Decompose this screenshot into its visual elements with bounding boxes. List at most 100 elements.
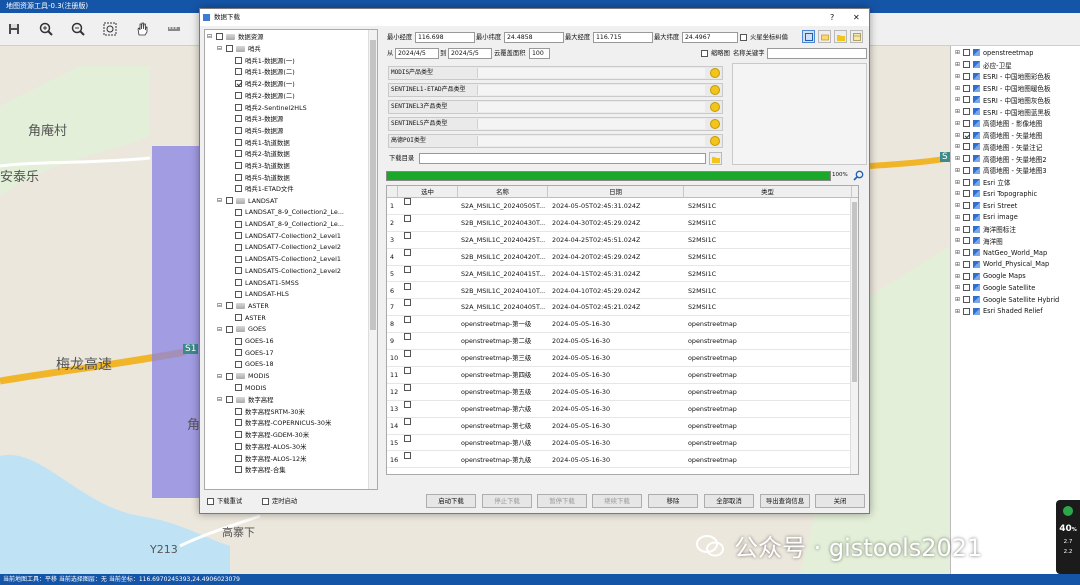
tree-checkbox[interactable] <box>226 325 233 333</box>
tree-node[interactable]: LANDSAT7-Collection2_Level1 <box>235 230 341 242</box>
tree-checkbox[interactable] <box>235 68 242 76</box>
layer-item[interactable]: ⊞ Esri Shaded Relief <box>955 306 1043 318</box>
expand-icon[interactable]: ⊞ <box>955 237 963 244</box>
tree-checkbox[interactable] <box>235 442 242 450</box>
layer-checkbox[interactable] <box>963 284 970 292</box>
layer-item[interactable]: ⊞ Esri 立体 <box>955 176 1010 188</box>
column-header[interactable]: 日期 <box>548 186 684 198</box>
product-type-select[interactable] <box>477 85 705 95</box>
cloud-cover-stepper[interactable]: 100 <box>529 48 550 59</box>
layer-checkbox[interactable] <box>963 237 970 245</box>
retry-checkbox[interactable] <box>207 498 214 505</box>
layer-extent-icon[interactable] <box>818 30 831 43</box>
collapse-icon[interactable]: ⊟ <box>217 326 226 333</box>
tree-checkbox[interactable] <box>235 56 242 64</box>
layer-checkbox[interactable] <box>963 272 970 280</box>
layer-item[interactable]: ⊞ NatGeo_World_Map <box>955 247 1047 259</box>
row-checkbox[interactable] <box>404 383 411 391</box>
expand-icon[interactable]: ⊞ <box>955 96 963 103</box>
tree-checkbox[interactable] <box>235 454 242 462</box>
table-row[interactable]: 7 S2A_MSIL1C_20240405T... 2024-04-05T02:45… <box>387 299 858 317</box>
row-checkbox[interactable] <box>404 265 411 273</box>
row-checkbox[interactable] <box>404 231 411 239</box>
layer-checkbox[interactable] <box>963 108 970 116</box>
tree-checkbox[interactable] <box>235 255 242 263</box>
date-from-picker[interactable]: 2024/4/5 <box>395 48 439 59</box>
tree-checkbox[interactable] <box>235 103 242 111</box>
expand-icon[interactable]: ⊞ <box>955 108 963 115</box>
expand-icon[interactable]: ⊞ <box>955 73 963 80</box>
tree-checkbox[interactable] <box>235 150 242 158</box>
row-checkbox[interactable] <box>404 316 411 324</box>
layer-item[interactable]: ⊞ openstreetmap <box>955 47 1033 59</box>
layer-item[interactable]: ⊞ ESRI - 中国地图彩色板 <box>955 71 1051 83</box>
expand-icon[interactable]: ⊞ <box>955 190 963 197</box>
layer-item[interactable]: ⊞ Esri Street <box>955 200 1017 212</box>
table-row[interactable]: 15 openstreetmap-第八级 2024-05-05-16-30 opens… <box>387 434 858 452</box>
tree-checkbox[interactable] <box>235 279 242 287</box>
tree-node[interactable]: GOES-18 <box>235 359 274 371</box>
tree-node[interactable]: ⊟ ASTER <box>217 300 269 312</box>
layer-checkbox[interactable] <box>963 190 970 198</box>
row-checkbox[interactable] <box>404 367 411 374</box>
product-type-select[interactable] <box>477 68 705 78</box>
tree-checkbox[interactable] <box>235 220 242 228</box>
column-header[interactable]: 名称 <box>458 186 548 198</box>
tree-node[interactable]: LANDSAT5-Collection2_Level1 <box>235 253 341 265</box>
layer-item[interactable]: ⊞ ESRI - 中国地图蓝黑板 <box>955 106 1051 118</box>
expand-icon[interactable]: ⊞ <box>955 132 963 139</box>
product-type-picker-icon[interactable] <box>710 68 720 78</box>
draw-extent-icon[interactable] <box>802 30 815 43</box>
layer-item[interactable]: ⊞ 海洋图 <box>955 235 1003 247</box>
tree-node[interactable]: 哨兵2-数据源(一) <box>235 78 295 90</box>
expand-icon[interactable]: ⊞ <box>955 202 963 209</box>
download-dir-input[interactable] <box>419 153 706 164</box>
save-icon[interactable] <box>4 18 24 40</box>
expand-icon[interactable]: ⊞ <box>955 120 963 127</box>
footer-button[interactable]: 启动下载 <box>426 494 476 508</box>
tree-checkbox[interactable] <box>235 185 242 193</box>
tree-node[interactable]: 数字高程-ALOS-30米 <box>235 441 307 453</box>
collapse-icon[interactable]: ⊟ <box>217 302 226 309</box>
tree-node[interactable]: 哨兵5-数据源 <box>235 125 283 137</box>
timer-checkbox[interactable] <box>262 498 269 505</box>
tree-node[interactable]: GOES-16 <box>235 335 274 347</box>
table-row[interactable]: 1 S2A_MSIL1C_20240505T... 2024-05-05T02:45… <box>387 198 858 215</box>
tree-checkbox[interactable] <box>226 372 233 380</box>
tree-checkbox[interactable] <box>235 162 242 170</box>
zoom-out-icon[interactable] <box>68 18 88 40</box>
table-row[interactable]: 5 S2A_MSIL1C_20240415T... 2024-04-15T02:45… <box>387 265 858 283</box>
layer-checkbox[interactable] <box>963 131 970 139</box>
max-lon-input[interactable]: 116.715 <box>593 32 653 43</box>
tree-node[interactable]: GOES-17 <box>235 347 274 359</box>
tree-checkbox[interactable] <box>235 431 242 439</box>
collapse-icon[interactable]: ⊟ <box>217 373 226 380</box>
layer-item[interactable]: ⊞ 高德地图 - 矢量地图2 <box>955 153 1047 165</box>
table-row[interactable]: 4 S2B_MSIL1C_20240420T... 2024-04-20T02:45… <box>387 248 858 266</box>
zoom-extent-icon[interactable] <box>100 18 120 40</box>
table-row[interactable]: 8 openstreetmap-第一级 2024-05-05-16-30 openst… <box>387 316 858 334</box>
collapse-icon[interactable]: ⊟ <box>217 197 226 204</box>
row-checkbox[interactable] <box>404 434 411 442</box>
expand-icon[interactable]: ⊞ <box>955 155 963 162</box>
tree-node[interactable]: 哨兵2-数据源(二) <box>235 90 295 102</box>
zoom-in-icon[interactable] <box>36 18 56 40</box>
table-scrollbar[interactable] <box>850 198 858 474</box>
expand-icon[interactable]: ⊞ <box>955 143 963 150</box>
layer-checkbox[interactable] <box>963 96 970 104</box>
tree-node[interactable]: ⊟ MODIS <box>217 370 269 382</box>
tree-node[interactable]: ⊟ LANDSAT <box>217 195 278 207</box>
product-type-select[interactable] <box>477 136 705 146</box>
tree-node[interactable]: 哨兵3-数据源 <box>235 113 283 125</box>
table-row[interactable]: 10 openstreetmap-第三级 2024-05-05-16-30 opens… <box>387 350 858 367</box>
layer-item[interactable]: ⊞ Google Satellite <box>955 282 1035 294</box>
expand-icon[interactable]: ⊞ <box>955 61 963 68</box>
footer-button[interactable]: 停止下载 <box>482 494 532 508</box>
row-checkbox[interactable] <box>404 333 411 341</box>
column-header[interactable]: 选中 <box>398 186 458 198</box>
layer-checkbox[interactable] <box>963 260 970 268</box>
tree-node[interactable]: ⊟ 哨兵 <box>217 43 261 55</box>
row-checkbox[interactable] <box>404 248 411 256</box>
collapse-icon[interactable]: ⊟ <box>207 33 216 40</box>
layer-item[interactable]: ⊞ Google Maps <box>955 270 1026 282</box>
